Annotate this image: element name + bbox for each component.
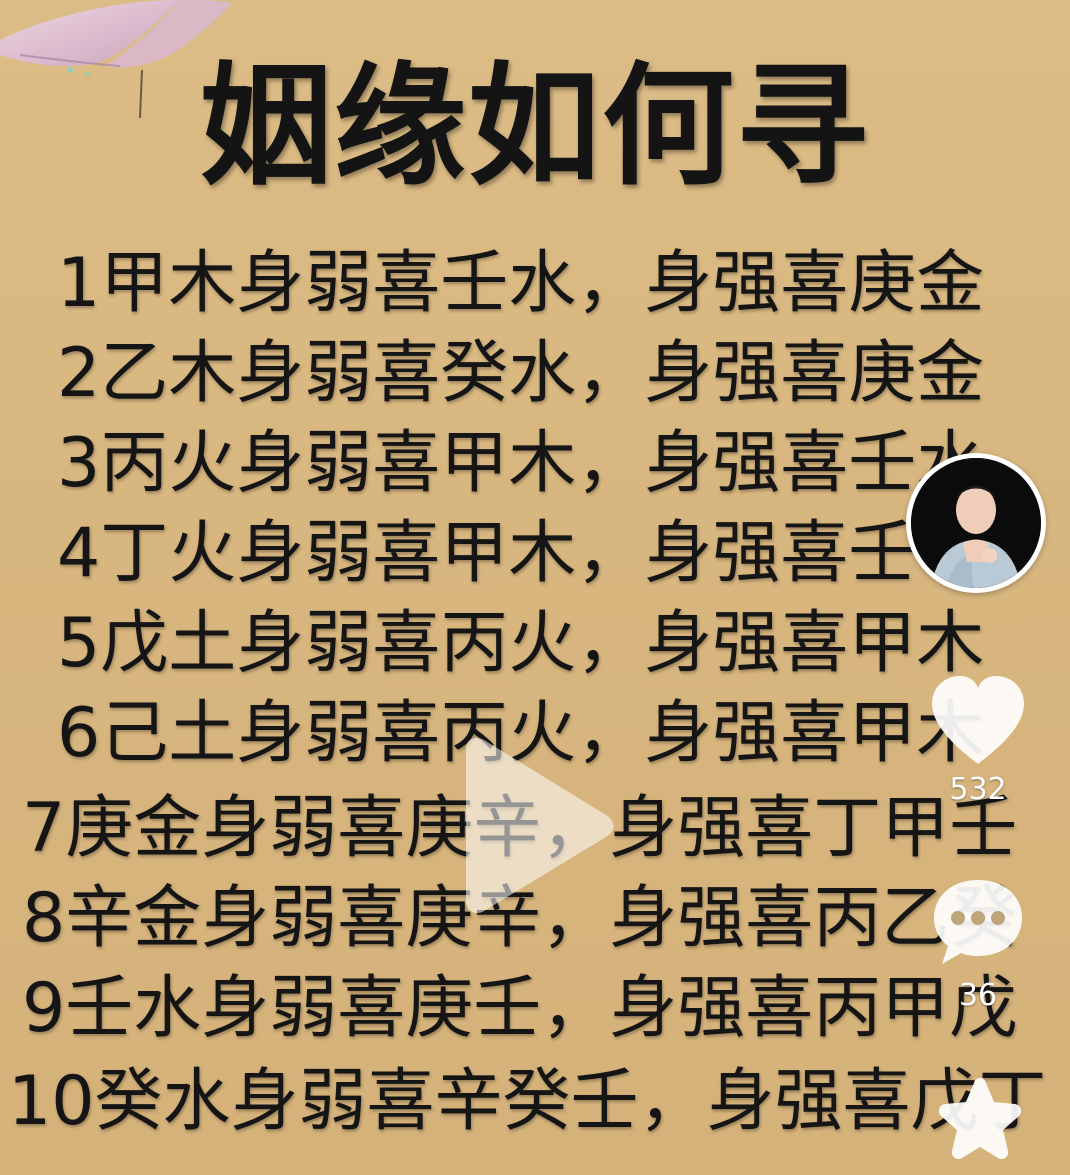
avatar[interactable]: [906, 453, 1046, 593]
heart-icon[interactable]: [926, 672, 1030, 772]
list-item: 2乙木身弱喜癸水，身强喜庚金: [57, 334, 985, 413]
page-title: 姻缘如何寻: [200, 50, 870, 204]
comment-icon[interactable]: [928, 872, 1028, 972]
list-item: 5戊土身弱喜丙火，身强喜甲木: [57, 604, 985, 683]
like-count: 532: [949, 772, 1007, 807]
play-icon[interactable]: [448, 735, 618, 915]
comment-count: 36: [958, 978, 998, 1013]
list-item: 10癸水身弱喜辛癸壬，身强喜戊丁: [8, 1062, 1047, 1141]
list-item: 9壬水身弱喜庚壬，身强喜丙甲戊: [22, 969, 1018, 1048]
list-item: 1甲木身弱喜壬水，身强喜庚金: [57, 244, 985, 323]
avatar-image: [911, 458, 1041, 588]
list-item: 3丙火身弱喜甲木，身强喜壬水: [57, 424, 985, 503]
star-icon[interactable]: [932, 1072, 1028, 1168]
